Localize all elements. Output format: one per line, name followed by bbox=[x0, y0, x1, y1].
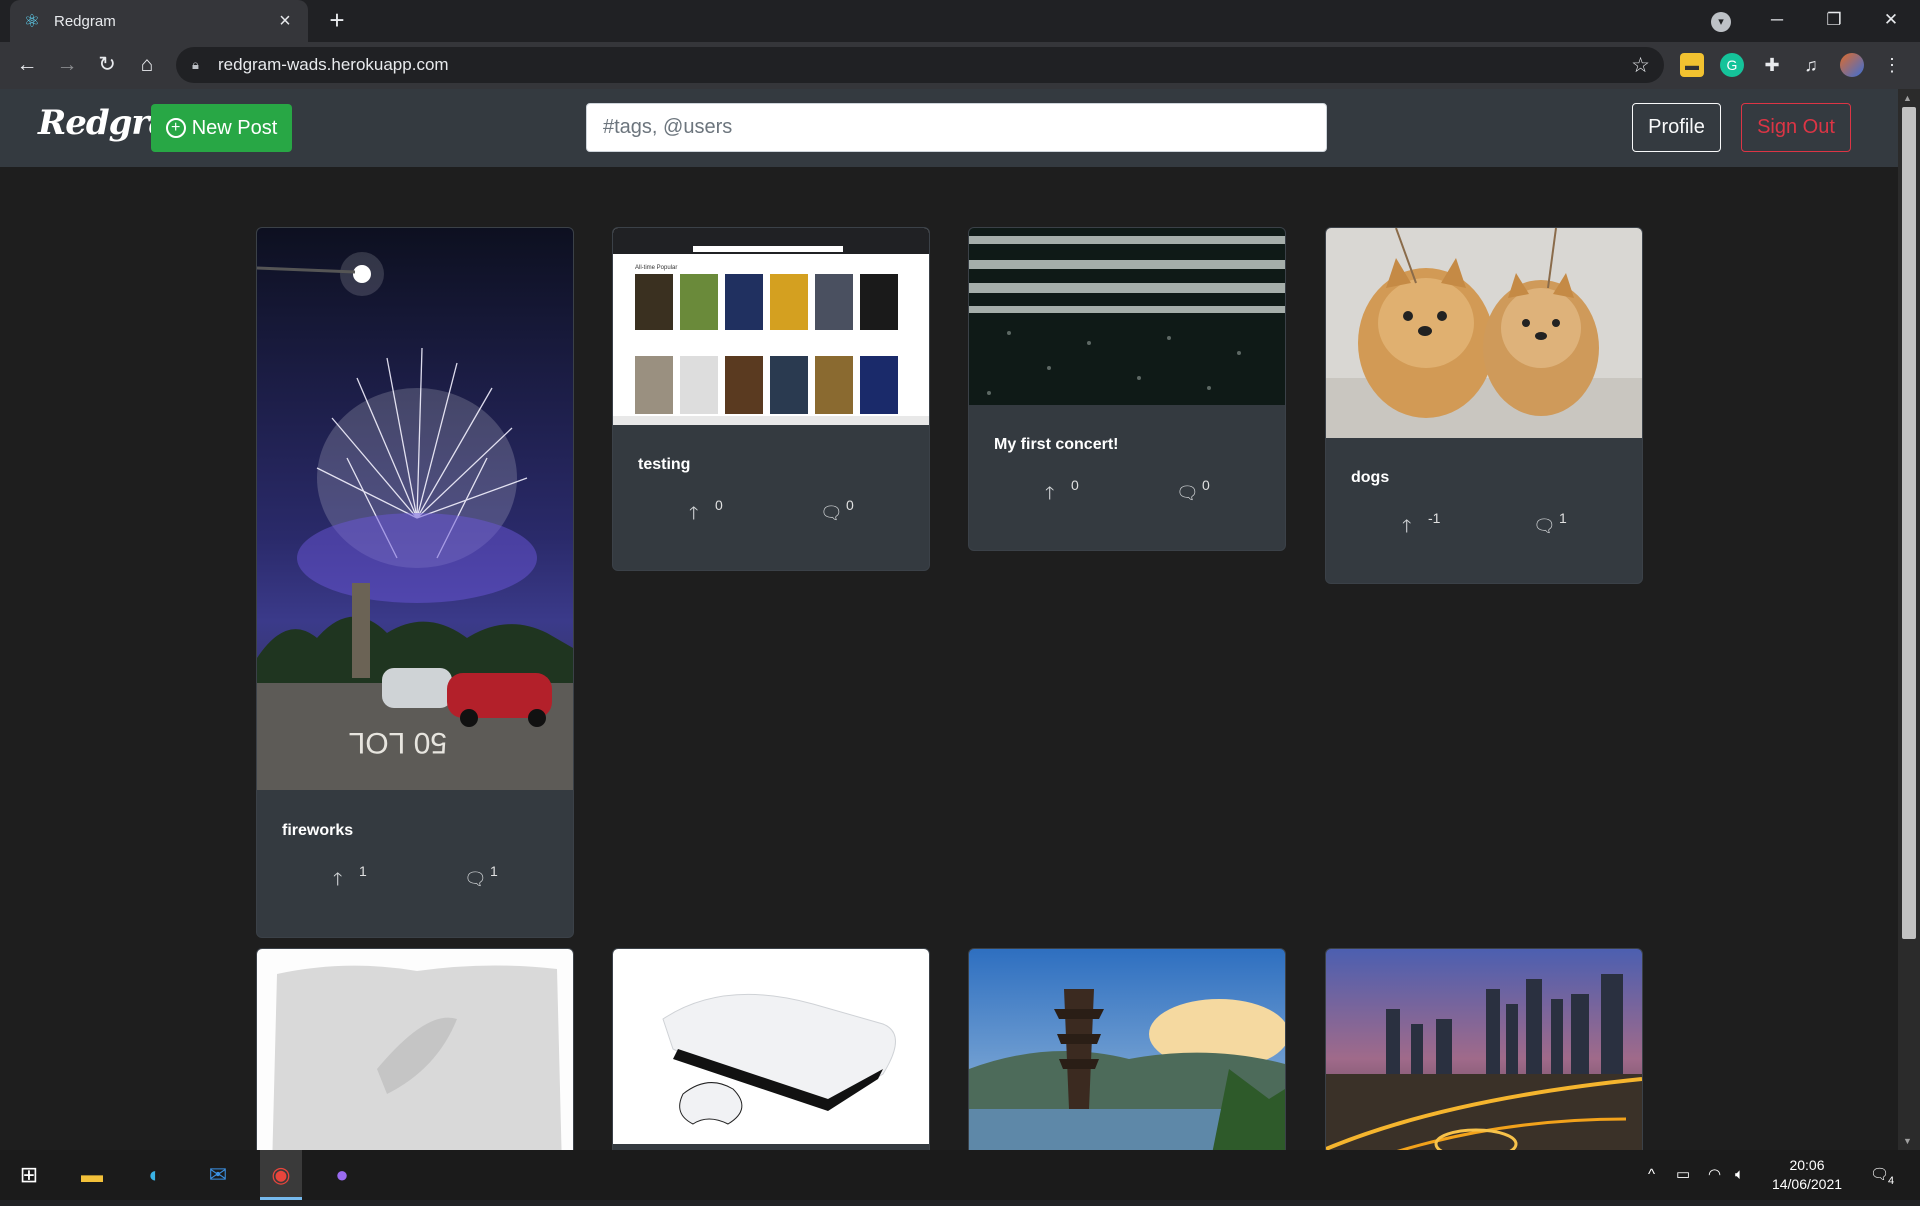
screenshot-heading: All-time Popular bbox=[635, 265, 677, 271]
post-card[interactable] bbox=[256, 948, 574, 1150]
tray-overflow-icon[interactable]: ^ bbox=[1648, 1150, 1655, 1200]
home-icon[interactable]: ⌂ bbox=[132, 50, 162, 80]
comment-icon: 🗨 bbox=[820, 503, 843, 523]
upvote-button[interactable]: 🡑 0 bbox=[1045, 477, 1079, 503]
upvote-count: 0 bbox=[1071, 477, 1079, 493]
wifi-icon[interactable]: ◠ bbox=[1708, 1150, 1721, 1200]
github-desktop-icon[interactable]: ● bbox=[325, 1158, 359, 1192]
comment-count: 1 bbox=[1559, 510, 1567, 526]
post-card[interactable]: dogs 🡑 -1 🗨 1 bbox=[1325, 227, 1643, 584]
post-image[interactable] bbox=[1326, 228, 1642, 438]
minimize-icon[interactable]: ─ bbox=[1748, 0, 1806, 42]
chrome-icon[interactable]: ◉ bbox=[264, 1158, 298, 1192]
clock-date: 14/06/2021 bbox=[1771, 1176, 1843, 1192]
upvote-arrow-icon: 🡑 bbox=[333, 869, 343, 889]
web-page: Redgram + New Post Profile Sign Out bbox=[0, 89, 1898, 1150]
plus-circle-icon: + bbox=[165, 118, 186, 138]
post-image[interactable] bbox=[969, 949, 1285, 1150]
notification-center-icon[interactable]: 🗨 bbox=[1870, 1150, 1889, 1200]
comment-count: 0 bbox=[846, 497, 854, 513]
comment-button[interactable]: 🗨 1 bbox=[1533, 510, 1567, 536]
menu-icon[interactable]: ⋮ bbox=[1880, 53, 1904, 77]
browser-tabstrip: ⚛ Redgram × + ▾ ─ ❐ ✕ bbox=[0, 0, 1920, 42]
upvote-button[interactable]: 🡑 1 bbox=[333, 863, 367, 889]
extensions-puzzle-icon[interactable]: ✚ bbox=[1760, 53, 1784, 77]
scroll-down-icon[interactable]: ▼ bbox=[1903, 1136, 1912, 1146]
post-card[interactable]: 50 LOL fireworks 🡑 1 🗨 1 bbox=[256, 227, 574, 938]
windows-start-icon[interactable]: ⊞ bbox=[12, 1158, 46, 1192]
comment-button[interactable]: 🗨 0 bbox=[1176, 477, 1210, 503]
upvote-count: 0 bbox=[715, 497, 723, 513]
upvote-arrow-icon: 🡑 bbox=[1045, 483, 1055, 503]
address-bar[interactable]: 🔒︎ redgram-wads.herokuapp.com ☆ bbox=[176, 47, 1664, 83]
upvote-arrow-icon: 🡑 bbox=[689, 503, 699, 523]
post-card[interactable]: All-time Popular testing 🡑 0 🗨 0 bbox=[612, 227, 930, 571]
close-tab-icon[interactable]: × bbox=[274, 10, 296, 33]
new-post-label: New Post bbox=[191, 116, 278, 139]
grammarly-icon[interactable]: G bbox=[1720, 53, 1744, 77]
upvote-arrow-icon: 🡑 bbox=[1402, 516, 1412, 536]
app-navbar: Redgram + New Post Profile Sign Out bbox=[0, 89, 1898, 167]
close-window-icon[interactable]: ✕ bbox=[1862, 0, 1920, 42]
tab-search-icon[interactable]: ▾ bbox=[1711, 12, 1731, 32]
tab-title: Redgram bbox=[54, 12, 116, 30]
post-title[interactable]: fireworks bbox=[282, 822, 353, 840]
url-text: redgram-wads.herokuapp.com bbox=[218, 55, 449, 74]
sign-out-button[interactable]: Sign Out bbox=[1741, 103, 1851, 152]
volume-icon[interactable]: 🔈︎ bbox=[1735, 1150, 1744, 1200]
new-post-button[interactable]: + New Post bbox=[151, 104, 292, 152]
comment-button[interactable]: 🗨 0 bbox=[820, 497, 854, 523]
profile-avatar-icon[interactable] bbox=[1840, 53, 1864, 77]
post-image[interactable]: All-time Popular bbox=[613, 228, 929, 425]
post-image[interactable] bbox=[257, 949, 573, 1150]
extension-notes-icon[interactable]: ▬ bbox=[1680, 53, 1704, 77]
restore-icon[interactable]: ❐ bbox=[1805, 0, 1863, 42]
post-card[interactable] bbox=[612, 948, 930, 1150]
upvote-button[interactable]: 🡑 -1 bbox=[1402, 510, 1440, 536]
lock-icon[interactable]: 🔒︎ bbox=[192, 57, 208, 73]
comment-count: 0 bbox=[1202, 477, 1210, 493]
browser-tab[interactable]: ⚛ Redgram × bbox=[10, 0, 308, 42]
upvote-button[interactable]: 🡑 0 bbox=[689, 497, 723, 523]
post-card[interactable] bbox=[968, 948, 1286, 1150]
post-image[interactable]: 50 LOL bbox=[257, 228, 573, 790]
edge-icon[interactable]: ◐ bbox=[138, 1158, 172, 1192]
scrollbar-thumb[interactable] bbox=[1902, 107, 1916, 939]
post-title[interactable]: My first concert! bbox=[994, 436, 1118, 454]
road-marking-text: 50 LOL bbox=[349, 726, 447, 759]
bookmark-star-icon[interactable]: ☆ bbox=[1631, 53, 1650, 78]
post-image[interactable] bbox=[969, 228, 1285, 405]
windows-taskbar: ⊞ ▬ ◐ ✉ ◉ ● ^ ▭ ◠ 🔈︎ 20:06 14/06/2021 🗨 … bbox=[0, 1150, 1920, 1200]
react-favicon-icon: ⚛ bbox=[23, 11, 41, 31]
page-scrollbar[interactable]: ▲ ▼ bbox=[1898, 89, 1920, 1150]
reload-icon[interactable]: ↻ bbox=[92, 50, 122, 80]
back-icon[interactable]: ← bbox=[12, 50, 42, 80]
post-title[interactable]: dogs bbox=[1351, 469, 1389, 487]
comment-icon: 🗨 bbox=[464, 869, 487, 889]
comment-icon: 🗨 bbox=[1533, 516, 1556, 536]
upvote-count: -1 bbox=[1428, 510, 1441, 526]
file-explorer-icon[interactable]: ▬ bbox=[75, 1158, 109, 1192]
new-tab-icon[interactable]: + bbox=[322, 6, 352, 36]
post-card[interactable]: My first concert! 🡑 0 🗨 0 bbox=[968, 227, 1286, 551]
mail-icon[interactable]: ✉ bbox=[201, 1158, 235, 1192]
upvote-count: 1 bbox=[359, 863, 367, 879]
clock-time: 20:06 bbox=[1789, 1157, 1825, 1173]
post-card[interactable] bbox=[1325, 948, 1643, 1150]
comment-button[interactable]: 🗨 1 bbox=[464, 863, 498, 889]
post-image[interactable] bbox=[1326, 949, 1642, 1150]
profile-button[interactable]: Profile bbox=[1632, 103, 1721, 152]
forward-icon[interactable]: → bbox=[52, 50, 82, 80]
search-input[interactable] bbox=[586, 103, 1327, 152]
battery-icon[interactable]: ▭ bbox=[1676, 1150, 1690, 1200]
notification-count: 4 bbox=[1888, 1175, 1895, 1187]
scroll-up-icon[interactable]: ▲ bbox=[1903, 93, 1912, 103]
comment-icon: 🗨 bbox=[1176, 483, 1199, 503]
comment-count: 1 bbox=[490, 863, 498, 879]
media-control-icon[interactable]: ♫ bbox=[1799, 53, 1823, 77]
post-image[interactable] bbox=[613, 949, 929, 1144]
taskbar-clock[interactable]: 20:06 14/06/2021 bbox=[1762, 1156, 1852, 1194]
post-title[interactable]: testing bbox=[638, 456, 690, 474]
browser-toolbar: ← → ↻ ⌂ 🔒︎ redgram-wads.herokuapp.com ☆ … bbox=[0, 42, 1920, 89]
